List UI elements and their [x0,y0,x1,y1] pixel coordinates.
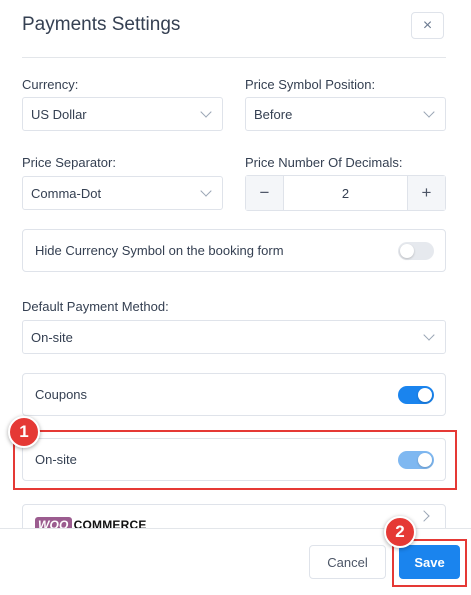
title-divider [22,57,446,58]
currency-value: US Dollar [31,106,87,122]
decimals-input[interactable]: 2 [284,176,407,210]
toggle-knob [418,387,432,402]
hide-symbol-label: Hide Currency Symbol on the booking form [35,243,284,258]
symbol-position-value: Before [254,106,293,122]
coupons-label: Coupons [35,387,88,402]
plus-icon: + [421,183,432,202]
default-method-value: On-site [31,329,73,345]
coupons-row: Coupons [22,373,446,416]
minus-icon: − [259,183,270,202]
dialog-title: Payments Settings [22,14,181,35]
hide-symbol-row: Hide Currency Symbol on the booking form [22,229,446,272]
chevron-right-icon [418,510,430,522]
cancel-button[interactable]: Cancel [309,545,386,579]
chevron-down-icon [200,185,212,197]
currency-label: Currency: [22,77,79,92]
decrement-button[interactable]: − [246,176,284,210]
decimals-label: Price Number Of Decimals: [245,155,403,170]
coupons-toggle[interactable] [398,385,434,404]
symbol-position-label: Price Symbol Position: [245,77,376,92]
hide-symbol-toggle[interactable] [398,241,434,260]
separator-value: Comma-Dot [31,185,102,201]
decimals-stepper: − 2 + [245,175,446,211]
separator-select[interactable]: Comma-Dot [22,176,223,210]
close-button[interactable]: × [411,12,444,39]
step-marker-2: 2 [384,516,416,548]
chevron-down-icon [423,329,435,341]
toggle-knob [400,243,414,258]
close-icon: × [422,16,433,34]
chevron-down-icon [200,106,212,118]
default-method-label: Default Payment Method: [22,299,169,314]
increment-button[interactable]: + [407,176,445,210]
step-marker-1: 1 [8,416,40,448]
chevron-down-icon [423,106,435,118]
highlight-onsite [13,430,457,490]
default-method-select[interactable]: On-site [22,320,446,354]
symbol-position-select[interactable]: Before [245,97,446,131]
currency-select[interactable]: US Dollar [22,97,223,131]
separator-label: Price Separator: [22,155,116,170]
